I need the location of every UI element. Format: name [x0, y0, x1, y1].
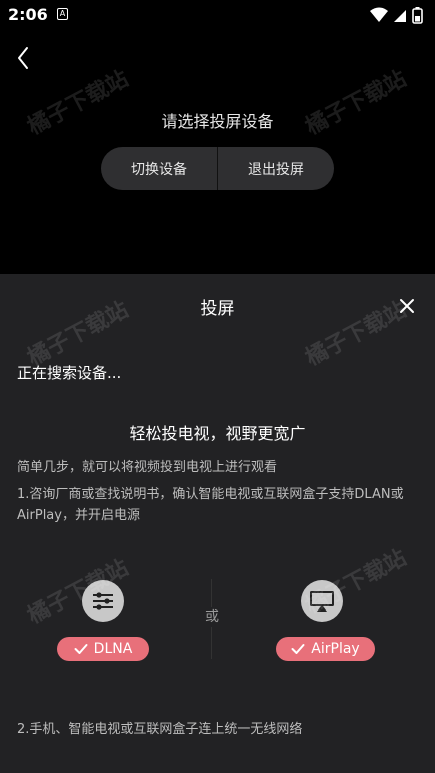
status-time: 2:06 — [8, 5, 48, 24]
airplay-option[interactable]: AirPlay — [276, 580, 375, 661]
sheet-headline: 轻松投电视，视野更宽广 — [129, 424, 306, 443]
exit-cast-button[interactable]: 退出投屏 — [218, 147, 334, 190]
sheet-description: 简单几步，就可以将视频投到电视上进行观看 — [17, 460, 278, 475]
close-icon — [400, 299, 414, 313]
wifi-icon — [370, 7, 388, 22]
step-1-text: 1.咨询厂商或查找说明书，确认智能电视或互联网盒子支持DLAN或AirPlay，… — [17, 487, 404, 523]
dlna-icon — [82, 580, 124, 622]
checkmark-icon — [74, 644, 88, 654]
device-action-group: 切换设备 退出投屏 — [101, 147, 334, 190]
back-arrow-icon — [18, 47, 28, 69]
airplay-label: AirPlay — [311, 641, 360, 657]
dlna-label: DLNA — [93, 641, 133, 657]
close-button[interactable] — [397, 296, 417, 316]
status-bar: 2:06 A — [0, 0, 435, 30]
top-area: 请选择投屏设备 切换设备 退出投屏 橘子下载站 橘子下载站 — [0, 30, 435, 274]
signal-icon — [394, 10, 406, 22]
battery-icon — [412, 7, 423, 24]
status-icons — [370, 7, 423, 24]
notification-icon: A — [57, 8, 68, 20]
select-device-prompt: 请选择投屏设备 — [161, 112, 274, 131]
dlna-option[interactable]: DLNA — [57, 580, 149, 661]
checkmark-icon — [291, 644, 305, 654]
step-2-text: 2.手机、智能电视或互联网盒子连上统一无线网络 — [17, 722, 303, 737]
back-button[interactable] — [12, 44, 36, 72]
airplay-icon — [301, 580, 343, 622]
sheet-title: 投屏 — [200, 299, 235, 319]
airplay-badge: AirPlay — [276, 637, 375, 661]
searching-status: 正在搜索设备... — [17, 364, 122, 382]
switch-device-button[interactable]: 切换设备 — [101, 147, 217, 190]
dlna-badge: DLNA — [57, 637, 149, 661]
cast-sheet: 投屏 正在搜索设备... 轻松投电视，视野更宽广 简单几步，就可以将视频投到电视… — [0, 274, 435, 773]
or-label: 或 — [203, 607, 221, 627]
